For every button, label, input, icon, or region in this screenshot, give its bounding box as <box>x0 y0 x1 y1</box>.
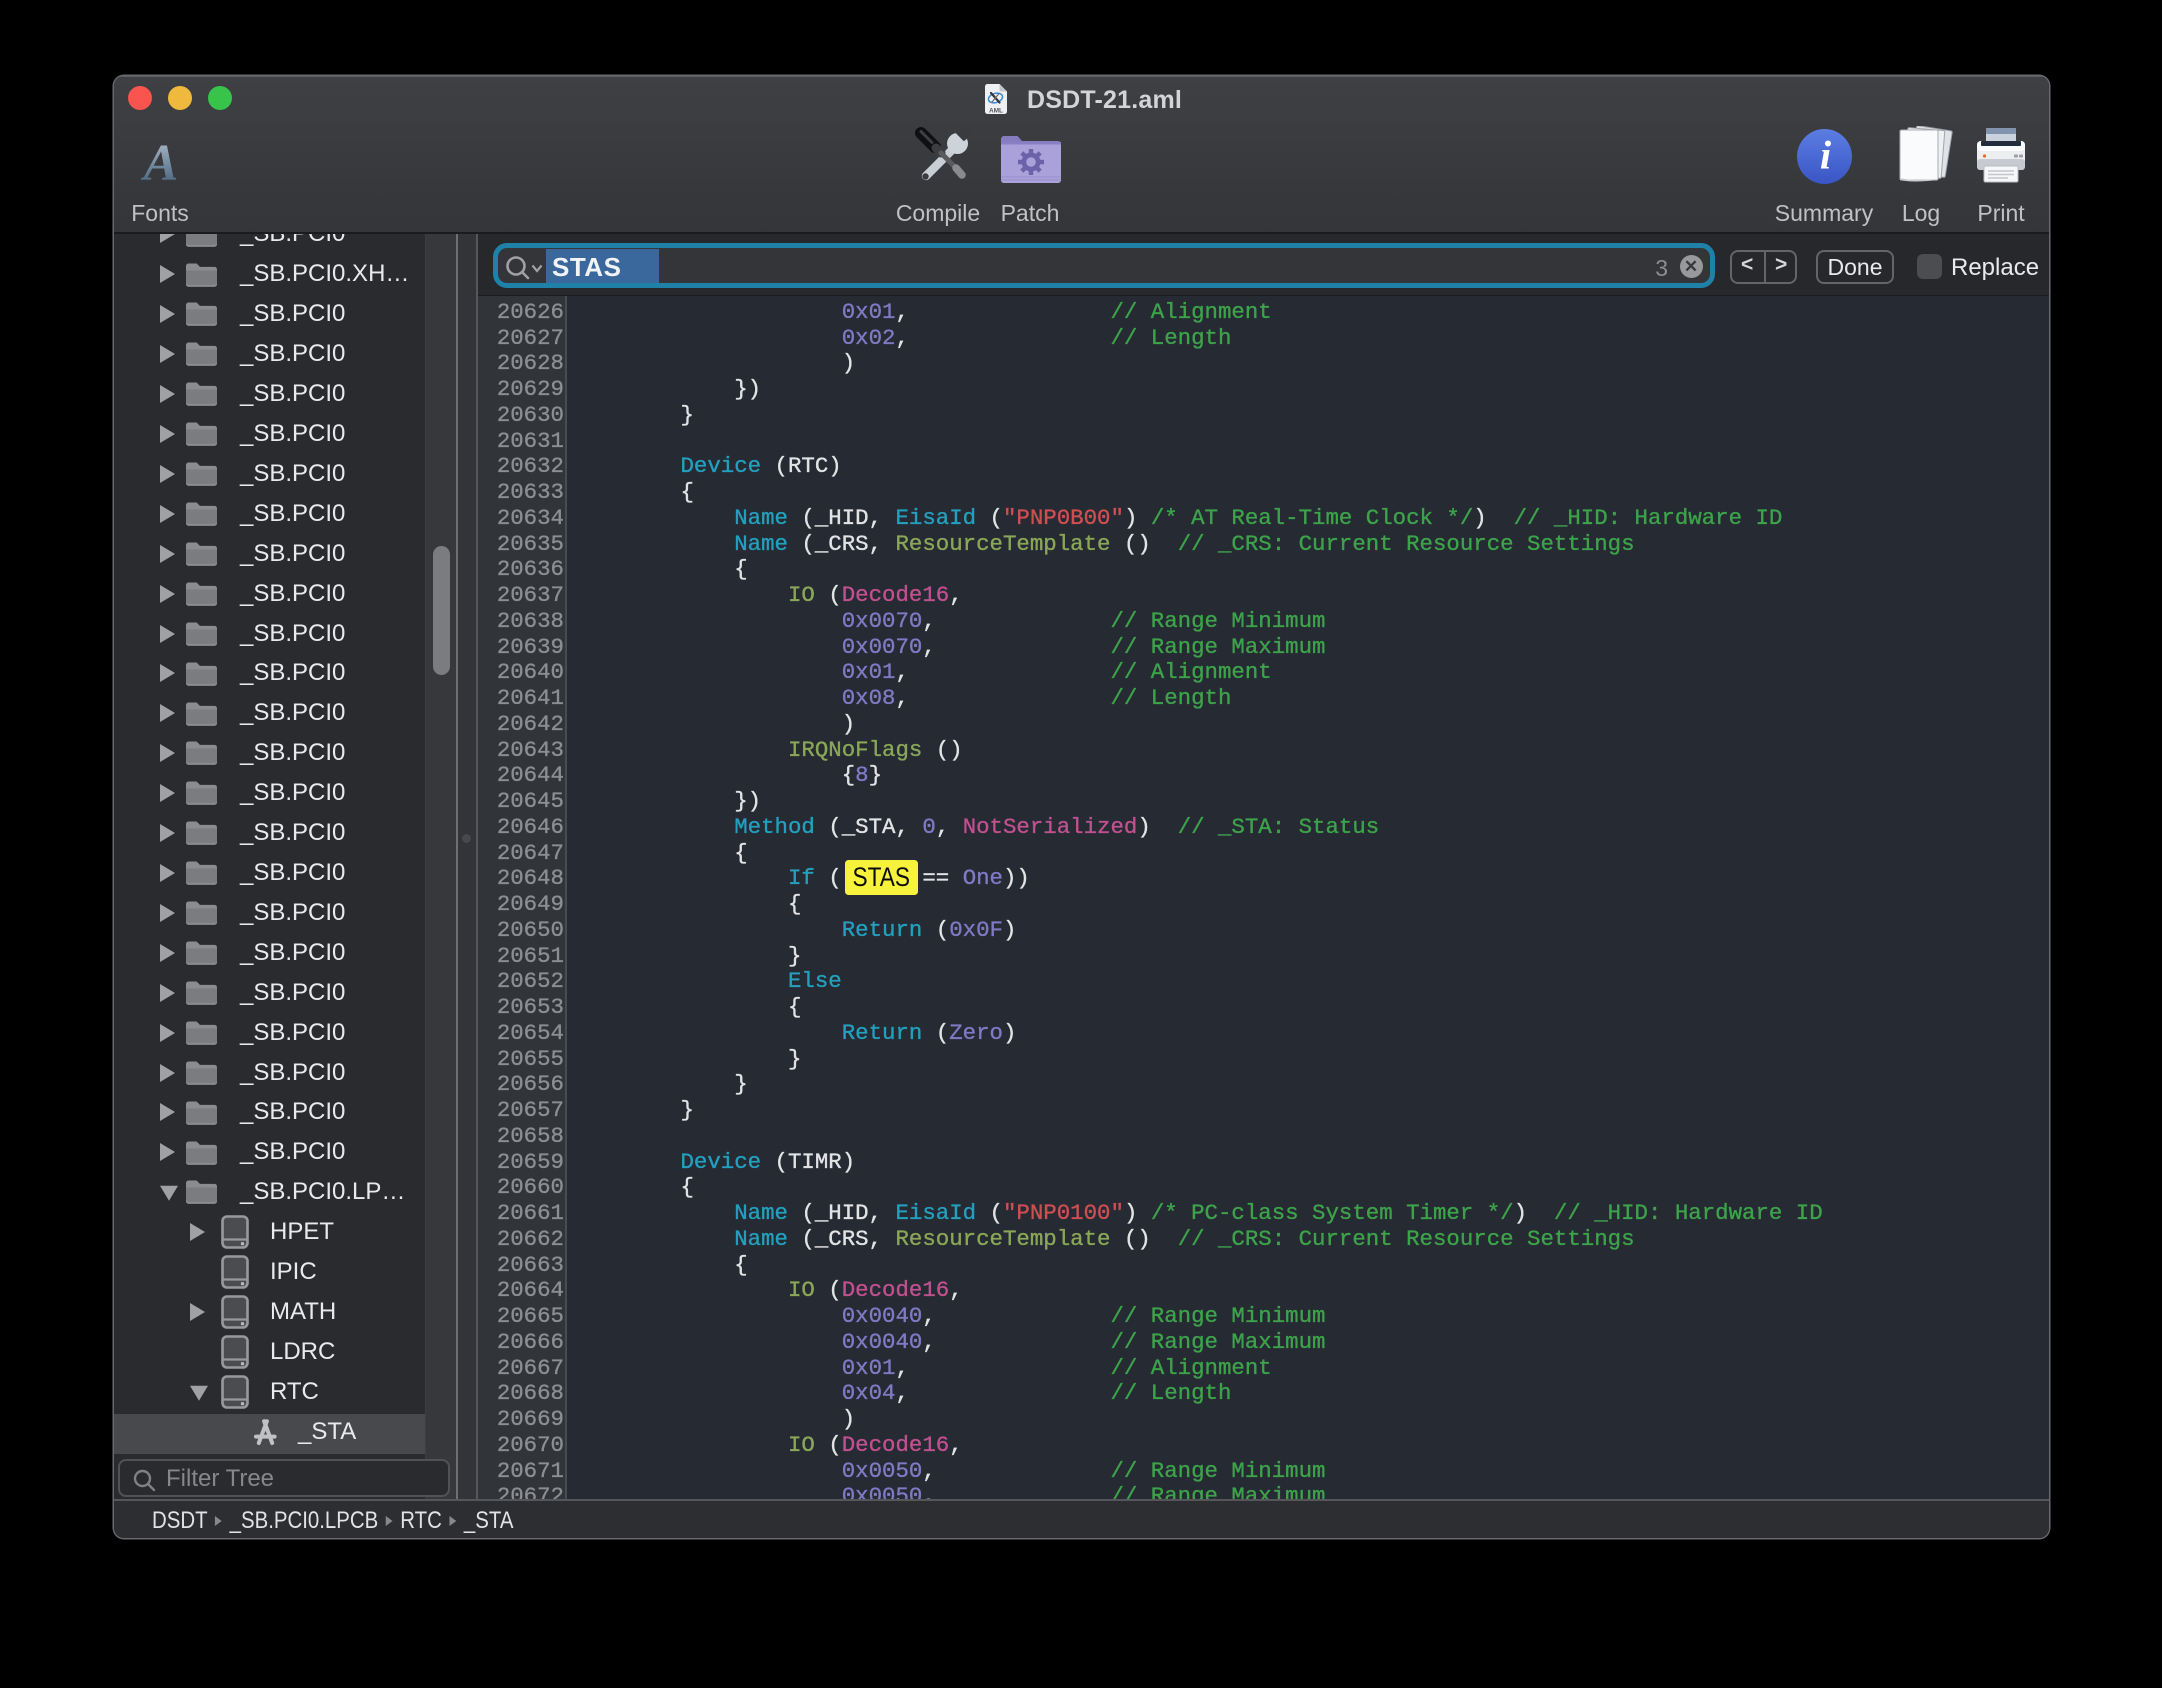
svg-text:i: i <box>1820 133 1832 178</box>
svg-text:AML: AML <box>989 108 1003 115</box>
